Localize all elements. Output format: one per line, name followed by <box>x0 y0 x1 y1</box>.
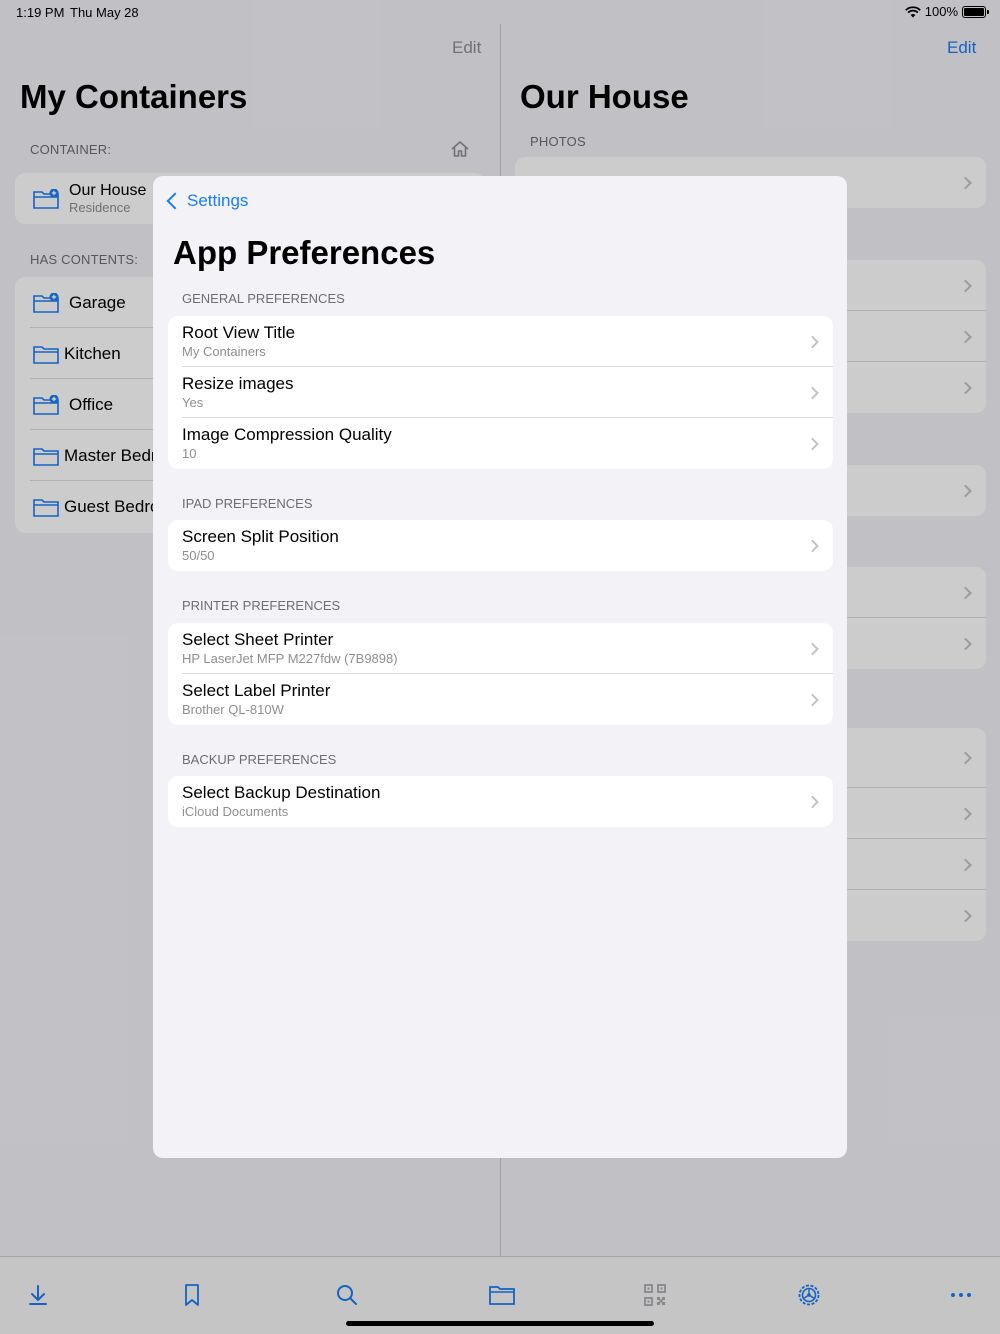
back-button-label: Settings <box>187 191 249 210</box>
sheet-title: App Preferences <box>173 234 436 271</box>
row-title: Select Sheet Printer <box>182 630 334 649</box>
printer-preferences-header: PRINTER PREFERENCES <box>182 598 341 613</box>
row-title: Select Label Printer <box>182 681 331 700</box>
resize-images-row[interactable]: Resize images Yes <box>168 367 833 418</box>
row-value: HP LaserJet MFP M227fdw (7B9898) <box>182 651 398 666</box>
row-value: My Containers <box>182 344 266 359</box>
image-compression-quality-row[interactable]: Image Compression Quality 10 <box>168 418 833 469</box>
app-preferences-sheet: Settings App Preferences GENERAL PREFERE… <box>153 176 847 1158</box>
root-view-title-row[interactable]: Root View Title My Containers <box>168 316 833 367</box>
chevron-left-icon <box>166 192 184 210</box>
backup-preferences-card: Select Backup Destination iCloud Documen… <box>168 776 833 827</box>
select-backup-destination-row[interactable]: Select Backup Destination iCloud Documen… <box>168 776 833 827</box>
backup-preferences-header: BACKUP PREFERENCES <box>182 752 337 767</box>
home-indicator[interactable] <box>346 1321 654 1326</box>
ipad-preferences-header: IPAD PREFERENCES <box>182 496 313 511</box>
row-value: 10 <box>182 446 197 461</box>
printer-preferences-card: Select Sheet Printer HP LaserJet MFP M22… <box>168 623 833 725</box>
row-value: Yes <box>182 395 204 410</box>
row-title: Resize images <box>182 374 294 393</box>
back-button[interactable]: Settings <box>165 191 248 211</box>
screen-split-position-row[interactable]: Screen Split Position 50/50 <box>168 520 833 571</box>
row-title: Image Compression Quality <box>182 425 392 444</box>
select-label-printer-row[interactable]: Select Label Printer Brother QL-810W <box>168 674 833 725</box>
select-sheet-printer-row[interactable]: Select Sheet Printer HP LaserJet MFP M22… <box>168 623 833 674</box>
ipad-preferences-card: Screen Split Position 50/50 <box>168 520 833 571</box>
general-preferences-card: Root View Title My Containers Resize ima… <box>168 316 833 469</box>
row-value: iCloud Documents <box>182 804 289 819</box>
row-value: 50/50 <box>182 548 215 563</box>
row-value: Brother QL-810W <box>182 702 284 717</box>
row-title: Select Backup Destination <box>182 783 381 802</box>
general-preferences-header: GENERAL PREFERENCES <box>182 291 345 306</box>
row-title: Screen Split Position <box>182 527 339 546</box>
row-title: Root View Title <box>182 323 296 342</box>
